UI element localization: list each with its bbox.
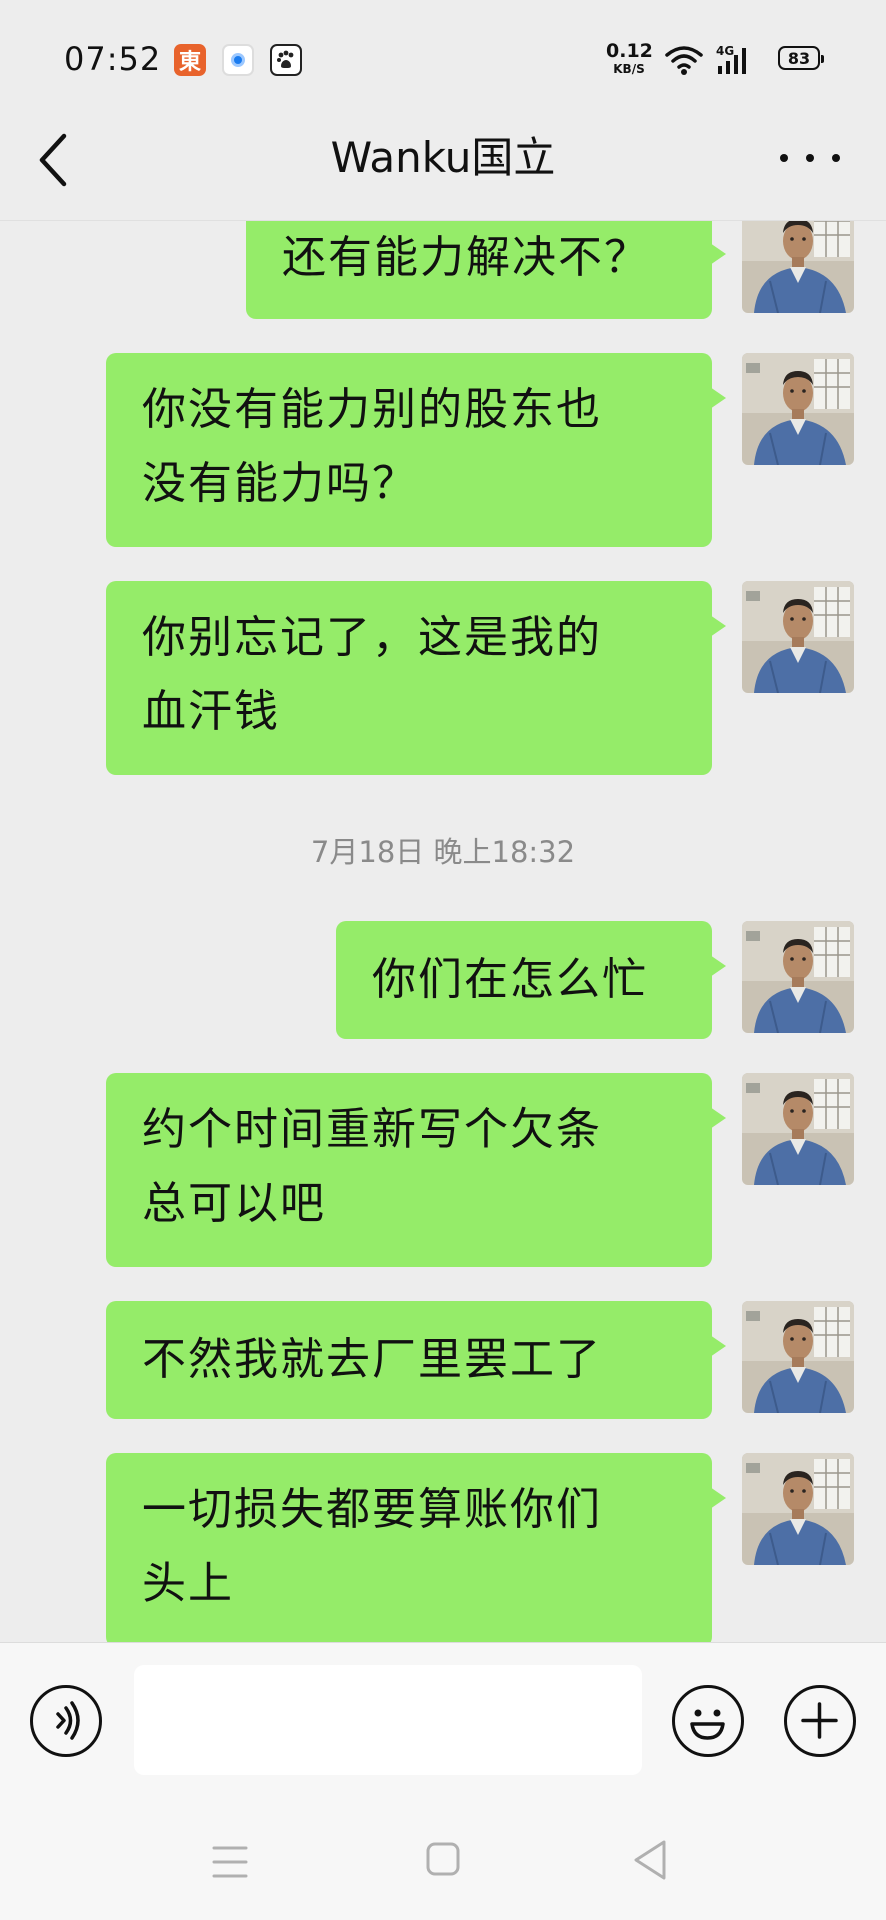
cell-signal-icon: 4G (716, 44, 760, 80)
wifi-icon (664, 44, 704, 80)
chat-title: Wanku国立 (330, 133, 556, 182)
message-text: 你们在怎么忙 (372, 954, 648, 1005)
home-nav-icon[interactable] (424, 1840, 464, 1880)
dot-icon (806, 154, 814, 162)
message-bubble[interactable]: 你没有能力别的股东也 没有能力吗？ (106, 353, 726, 547)
plus-icon (801, 1702, 838, 1739)
voice-icon (56, 1701, 80, 1740)
timestamp: 7月18日 晚上18:32 (310, 835, 576, 869)
message-text: 还有能力解决不？ (282, 232, 650, 283)
more-options-button[interactable] (780, 140, 840, 176)
message-text: 不然我就去厂里罢工了 (142, 1334, 602, 1385)
message-text-line: 你没有能力别的股东也 (142, 384, 602, 435)
message-text-line: 一切损失都要算账你们 (142, 1484, 602, 1535)
message-bubble[interactable]: 还有能力解决不？ (246, 221, 726, 319)
back-nav-icon[interactable] (630, 1838, 670, 1882)
message-text-line: 头上 (142, 1558, 234, 1609)
message-list[interactable]: 还有能力解决不？ 你没有能力别的股东也 没有能力吗？ 你别忘记了，这是我的 血汗… (0, 220, 886, 1643)
browser-icon (222, 44, 254, 76)
message-bubble[interactable]: 你别忘记了，这是我的 血汗钱 (106, 581, 726, 775)
dot-icon (780, 154, 788, 162)
message-bubble[interactable]: 约个时间重新写个欠条 总可以吧 (106, 1073, 726, 1267)
message-text-line: 你别忘记了，这是我的 (142, 612, 602, 663)
system-nav-bar (0, 1786, 886, 1920)
baidu-paw-icon (270, 44, 302, 76)
net-speed-unit: KB/S (613, 62, 645, 76)
avatar[interactable] (742, 353, 854, 465)
net-speed: 0.12 KB/S (606, 40, 653, 76)
avatar[interactable] (742, 921, 854, 1033)
menu-nav-icon[interactable] (210, 1844, 250, 1880)
voice-input-button[interactable] (30, 1685, 102, 1757)
message-bubble[interactable]: 不然我就去厂里罢工了 (106, 1301, 726, 1419)
message-bubble[interactable]: 一切损失都要算账你们 头上 (106, 1453, 726, 1643)
net-speed-value: 0.12 (606, 40, 653, 62)
message-text-line: 约个时间重新写个欠条 (142, 1104, 602, 1155)
avatar[interactable] (742, 581, 854, 693)
battery-icon: 83 (778, 46, 824, 70)
status-bar: 07:52 東 0.12 KB/S 4G 83 (0, 0, 886, 120)
more-functions-button[interactable] (784, 1685, 856, 1757)
jd-icon: 東 (174, 44, 206, 76)
emoji-button[interactable] (672, 1685, 744, 1757)
avatar[interactable] (742, 1453, 854, 1565)
message-text-line: 血汗钱 (142, 686, 280, 737)
avatar[interactable] (742, 1073, 854, 1185)
message-input[interactable] (134, 1665, 642, 1775)
dot-icon (832, 154, 840, 162)
emoji-icon (690, 1709, 725, 1740)
status-time: 07:52 (64, 40, 162, 78)
message-text-line: 总可以吧 (142, 1178, 326, 1229)
avatar[interactable] (742, 1301, 854, 1413)
message-text-line: 没有能力吗？ (142, 458, 418, 509)
avatar[interactable] (742, 221, 854, 313)
input-bar (0, 1642, 886, 1787)
message-bubble[interactable]: 你们在怎么忙 (336, 921, 726, 1039)
signal-label: 4G (716, 44, 734, 58)
